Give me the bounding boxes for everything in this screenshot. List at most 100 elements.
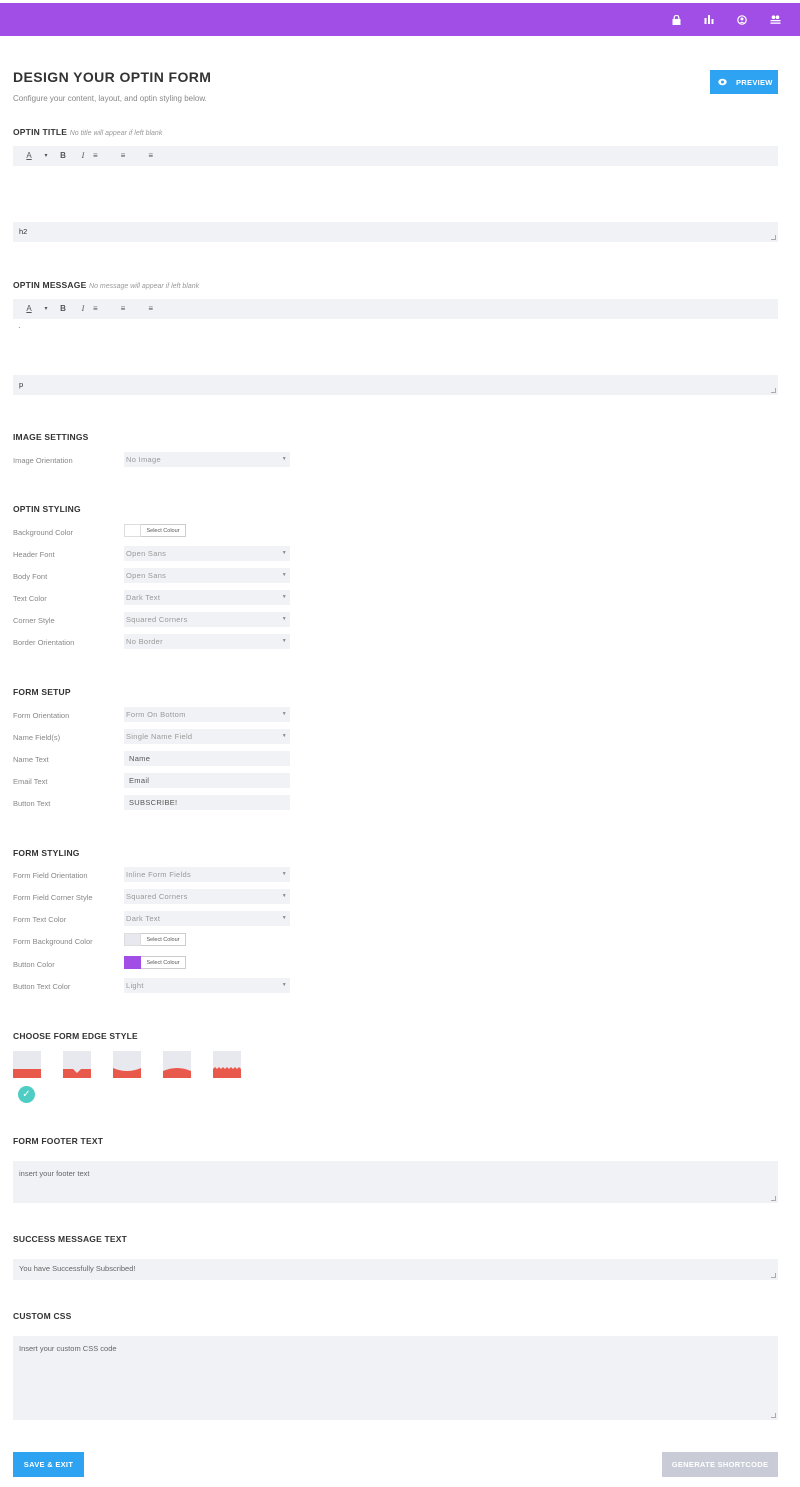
email-text-input[interactable]: Email (124, 773, 290, 788)
form-background-color-picker[interactable]: Select Colour (124, 933, 186, 946)
font-color-button[interactable]: A (19, 305, 39, 313)
select-value: Squared Corners (126, 892, 188, 901)
chevron-down-icon: ▼ (281, 456, 287, 462)
button-text-color-label: Button Text Color (13, 982, 71, 991)
header-font-select[interactable]: Open Sans ▼ (124, 546, 290, 561)
success-message-value: You have Successfully Subscribed! (19, 1264, 136, 1273)
resize-handle-icon[interactable] (771, 1196, 776, 1201)
save-exit-button[interactable]: SAVE & EXIT (13, 1452, 84, 1477)
corner-style-label: Corner Style (13, 616, 55, 625)
border-orientation-label: Border Orientation (13, 638, 75, 647)
optin-title-heading: OPTIN TITLE No title will appear if left… (13, 127, 162, 137)
form-styling-heading: FORM STYLING (13, 848, 80, 858)
align-right-button[interactable]: ≡ (133, 305, 153, 313)
font-color-button[interactable]: A (19, 152, 39, 160)
color-swatch[interactable] (124, 956, 141, 969)
eye-icon (718, 78, 727, 86)
edge-preview (213, 1067, 241, 1078)
select-value: Light (126, 981, 144, 990)
custom-css-placeholder: Insert your custom CSS code (19, 1344, 117, 1353)
chevron-down-icon: ▼ (281, 871, 287, 877)
text-color-select[interactable]: Dark Text ▼ (124, 590, 290, 605)
custom-css-heading: CUSTOM CSS (13, 1311, 72, 1321)
corner-style-select[interactable]: Squared Corners ▼ (124, 612, 290, 627)
top-bar (0, 3, 800, 36)
form-field-orientation-label: Form Field Orientation (13, 871, 88, 880)
success-message-textarea[interactable]: You have Successfully Subscribed! (13, 1259, 778, 1280)
align-center-button[interactable]: ≡ (113, 152, 133, 160)
optin-message-label: OPTIN MESSAGE (13, 280, 87, 290)
edge-option-flat[interactable] (13, 1051, 41, 1078)
select-value: Open Sans (126, 571, 167, 580)
button-text-label: Button Text (13, 799, 51, 808)
resize-handle-icon[interactable] (771, 388, 776, 393)
button-text-color-select[interactable]: Light ▼ (124, 978, 290, 993)
border-orientation-select[interactable]: No Border ▼ (124, 634, 290, 649)
select-value: Dark Text (126, 593, 161, 602)
optin-message-tag-bar[interactable]: p (13, 375, 778, 395)
optin-message-hint: No message will appear if left blank (89, 283, 200, 290)
resize-handle-icon[interactable] (771, 1413, 776, 1418)
edge-option-curve-down[interactable] (113, 1051, 141, 1078)
form-text-color-select[interactable]: Dark Text ▼ (124, 911, 290, 926)
italic-button[interactable]: I (73, 305, 93, 313)
name-fields-select[interactable]: Single Name Field ▼ (124, 729, 290, 744)
select-value: Form On Bottom (126, 710, 186, 719)
preview-button[interactable]: PREVIEW (710, 70, 778, 94)
optin-message-heading: OPTIN MESSAGE No message will appear if … (13, 280, 199, 290)
dropdown-arrow-icon[interactable]: ▾ (39, 306, 53, 312)
dropdown-arrow-icon[interactable]: ▾ (39, 153, 53, 159)
background-color-label: Background Color (13, 528, 74, 537)
generate-shortcode-button[interactable]: GENERATE SHORTCODE (662, 1452, 778, 1477)
optin-title-tag-bar[interactable]: h2 (13, 222, 778, 242)
custom-css-textarea[interactable]: Insert your custom CSS code (13, 1336, 778, 1420)
optin-message-toolbar: A ▾ B I ≡ ≡ ≡ (13, 299, 778, 319)
form-field-corner-style-select[interactable]: Squared Corners ▼ (124, 889, 290, 904)
select-colour-button[interactable]: Select Colour (141, 524, 186, 537)
background-color-picker[interactable]: Select Colour (124, 524, 186, 537)
user-circle-icon[interactable] (732, 3, 752, 36)
image-orientation-select[interactable]: No Image ▼ (124, 452, 290, 467)
footer-text-placeholder: insert your footer text (19, 1169, 90, 1178)
chevron-down-icon: ▼ (281, 572, 287, 578)
align-right-button[interactable]: ≡ (133, 152, 153, 160)
resize-handle-icon[interactable] (771, 1273, 776, 1278)
image-settings-heading: IMAGE SETTINGS (13, 432, 89, 442)
users-icon[interactable] (765, 3, 785, 36)
footer-text-textarea[interactable]: insert your footer text (13, 1161, 778, 1203)
form-orientation-select[interactable]: Form On Bottom ▼ (124, 707, 290, 722)
edge-preview (13, 1069, 41, 1078)
optin-title-editor[interactable] (13, 166, 778, 222)
form-background-color-label: Form Background Color (13, 937, 93, 946)
chevron-down-icon: ▼ (281, 982, 287, 988)
body-font-select[interactable]: Open Sans ▼ (124, 568, 290, 583)
bold-button[interactable]: B (53, 305, 73, 313)
edge-style-heading: CHOOSE FORM EDGE STYLE (13, 1031, 138, 1041)
select-value: Open Sans (126, 549, 167, 558)
form-field-orientation-select[interactable]: Inline Form Fields ▼ (124, 867, 290, 882)
color-swatch[interactable] (124, 524, 141, 537)
italic-button[interactable]: I (73, 152, 93, 160)
align-center-button[interactable]: ≡ (113, 305, 133, 313)
bold-button[interactable]: B (53, 152, 73, 160)
optin-title-hint: No title will appear if left blank (69, 130, 163, 137)
chevron-down-icon: ▼ (281, 550, 287, 556)
resize-handle-icon[interactable] (771, 235, 776, 240)
body-font-label: Body Font (13, 572, 48, 581)
edge-option-triangle[interactable] (63, 1051, 91, 1078)
select-colour-button[interactable]: Select Colour (141, 956, 186, 969)
select-colour-button[interactable]: Select Colour (141, 933, 186, 946)
optin-message-editor[interactable]: · (13, 319, 778, 375)
align-left-button[interactable]: ≡ (93, 152, 113, 160)
button-text-input[interactable]: SUBSCRIBE! (124, 795, 290, 810)
align-left-button[interactable]: ≡ (93, 305, 113, 313)
name-text-input[interactable]: Name (124, 751, 290, 766)
edge-option-zigzag[interactable] (213, 1051, 241, 1078)
bar-chart-icon[interactable] (699, 3, 719, 36)
chevron-down-icon: ▼ (281, 915, 287, 921)
select-value: Single Name Field (126, 732, 193, 741)
lock-icon[interactable] (666, 3, 686, 36)
button-color-picker[interactable]: Select Colour (124, 956, 186, 969)
color-swatch[interactable] (124, 933, 141, 946)
edge-option-curve-up[interactable] (163, 1051, 191, 1078)
